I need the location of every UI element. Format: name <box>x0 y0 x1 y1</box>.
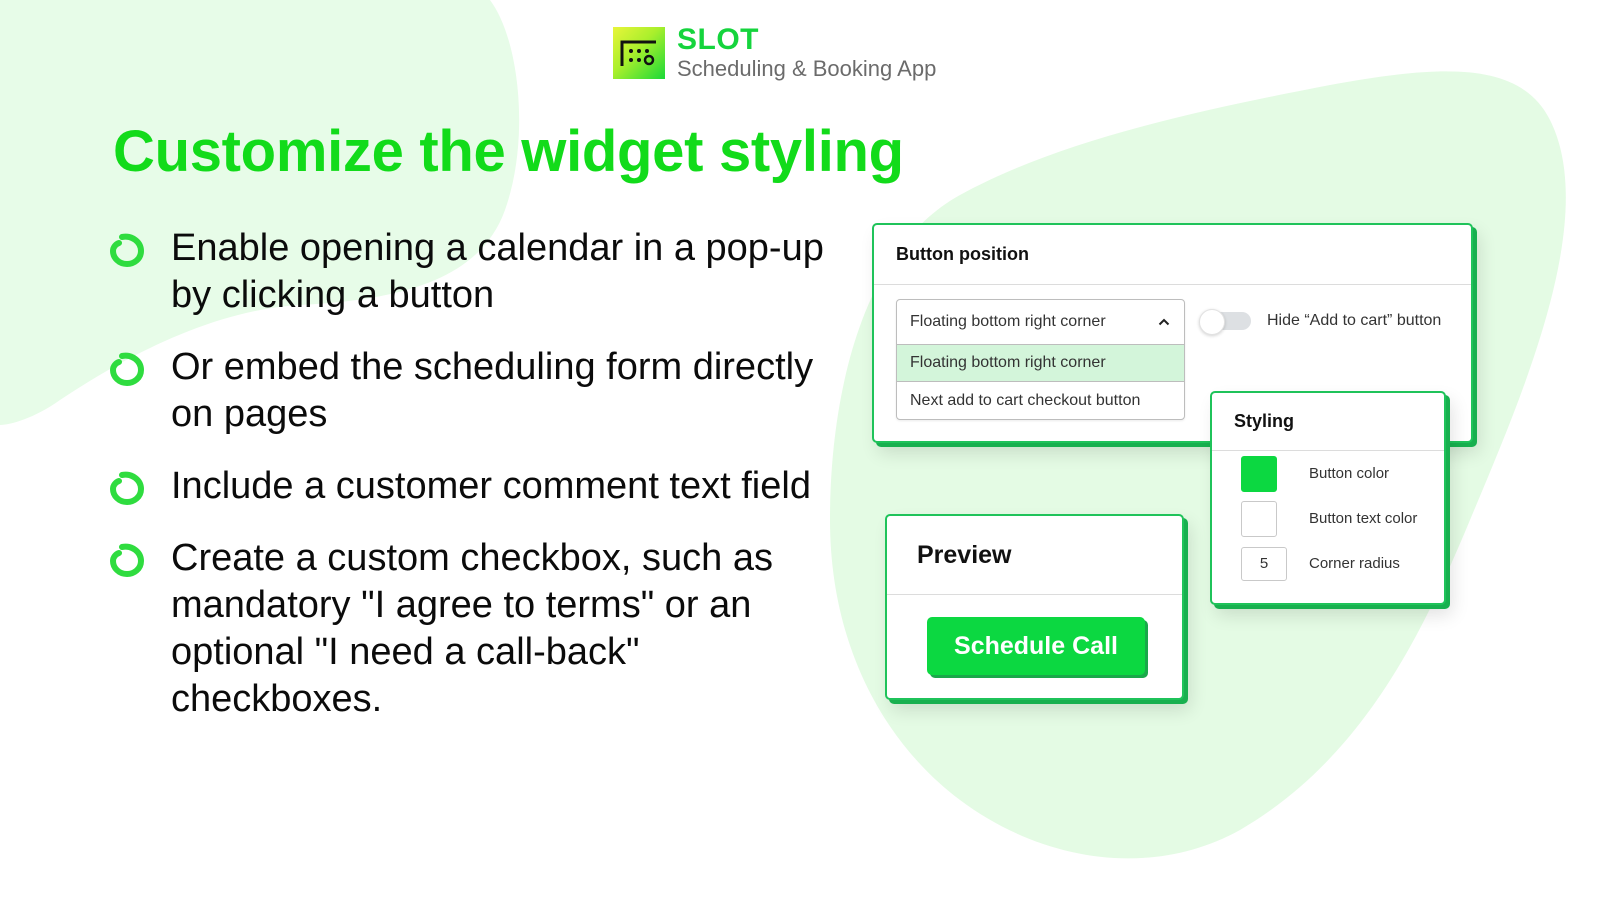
card-title: Styling <box>1234 411 1295 431</box>
feature-item: Or embed the scheduling form directly on… <box>108 344 828 438</box>
background-blob-right <box>830 71 1566 859</box>
button-color-swatch[interactable] <box>1241 455 1277 492</box>
feature-item: Include a customer comment text field <box>108 463 828 510</box>
button-color-row: Button color <box>1212 451 1444 496</box>
feature-item: Create a custom checkbox, such as mandat… <box>108 535 828 723</box>
card-header: Button position <box>874 225 1471 285</box>
feature-text: Include a customer comment text field <box>171 465 811 507</box>
toggle-knob <box>1199 309 1225 335</box>
button-text-color-label: Button text color <box>1309 510 1418 527</box>
button-text-color-swatch[interactable] <box>1241 500 1277 537</box>
feature-list: Enable opening a calendar in a pop-up by… <box>108 225 828 748</box>
toggle-label: Hide “Add to cart” button <box>1267 312 1442 329</box>
select-option[interactable]: Next add to cart checkout button <box>897 382 1184 419</box>
styling-card: Styling Button color Button text color 5… <box>1210 391 1446 605</box>
select-current-value[interactable]: Floating bottom right corner <box>897 300 1184 345</box>
promo-slide: SLOT Scheduling & Booking App Customize … <box>0 0 1600 900</box>
ring-bullet-icon <box>109 471 145 506</box>
calendar-grid-icon <box>613 26 665 79</box>
ring-bullet-icon <box>109 233 145 268</box>
ring-bullet-icon <box>109 543 145 578</box>
card-title: Preview <box>917 540 1012 569</box>
ring-bullet-icon <box>109 352 145 387</box>
button-color-label: Button color <box>1309 465 1390 482</box>
hide-add-to-cart-row: Hide “Add to cart” button <box>1199 309 1442 335</box>
page-headline: Customize the widget styling <box>113 119 904 184</box>
brand-name: SLOT <box>677 23 759 56</box>
brand-subtitle: Scheduling & Booking App <box>677 56 937 81</box>
brand-header: SLOT Scheduling & Booking App <box>613 25 936 80</box>
corner-radius-label: Corner radius <box>1309 555 1400 572</box>
card-header: Preview <box>887 516 1182 595</box>
feature-item: Enable opening a calendar in a pop-up by… <box>108 225 828 319</box>
feature-text: Or embed the scheduling form directly on… <box>171 346 814 435</box>
corner-radius-row: 5 Corner radius <box>1212 541 1444 586</box>
feature-text: Create a custom checkbox, such as mandat… <box>171 537 773 720</box>
corner-radius-input[interactable]: 5 <box>1241 546 1287 581</box>
select-option[interactable]: Floating bottom right corner <box>897 345 1184 382</box>
feature-text: Enable opening a calendar in a pop-up by… <box>171 227 824 316</box>
schedule-call-button[interactable]: Schedule Call <box>927 617 1145 675</box>
chevron-up-icon[interactable] <box>1158 316 1170 328</box>
card-title: Button position <box>896 244 1029 264</box>
card-header: Styling <box>1212 393 1444 451</box>
select-current-label: Floating bottom right corner <box>910 313 1106 330</box>
preview-card: Preview Schedule Call <box>885 514 1184 700</box>
position-select[interactable]: Floating bottom right corner Floating bo… <box>896 299 1185 420</box>
hide-add-to-cart-toggle[interactable] <box>1199 309 1253 335</box>
button-text-color-row: Button text color <box>1212 496 1444 541</box>
